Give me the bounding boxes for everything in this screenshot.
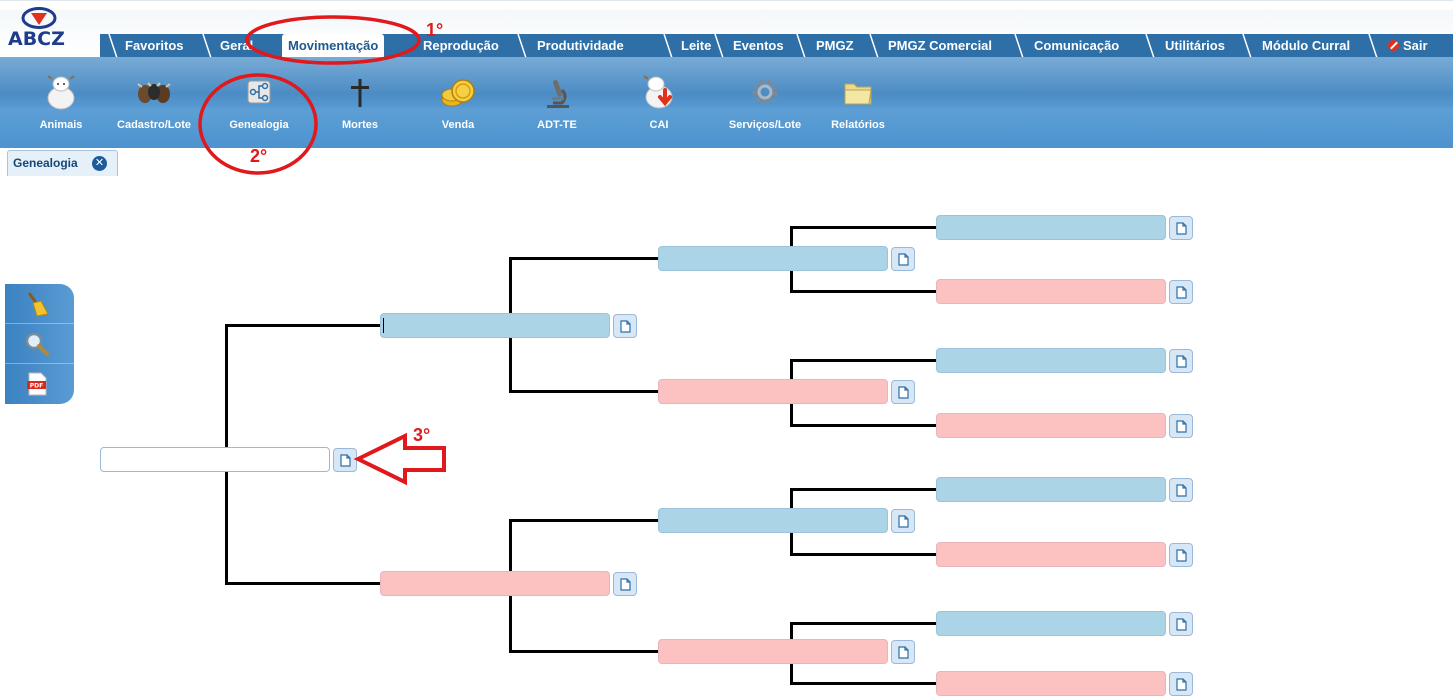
annotation-label-2: 2° bbox=[250, 146, 268, 166]
annotation-overlay bbox=[198, 15, 446, 486]
annotation-label-1: 1° bbox=[426, 20, 444, 40]
app-window: ABCZ Favoritos Geral Movimentação Reprod… bbox=[0, 0, 1453, 697]
annotation-label-3: 3° bbox=[413, 425, 431, 445]
annotation-arrow-3 bbox=[353, 432, 446, 486]
annotation-circle-1 bbox=[245, 15, 421, 65]
